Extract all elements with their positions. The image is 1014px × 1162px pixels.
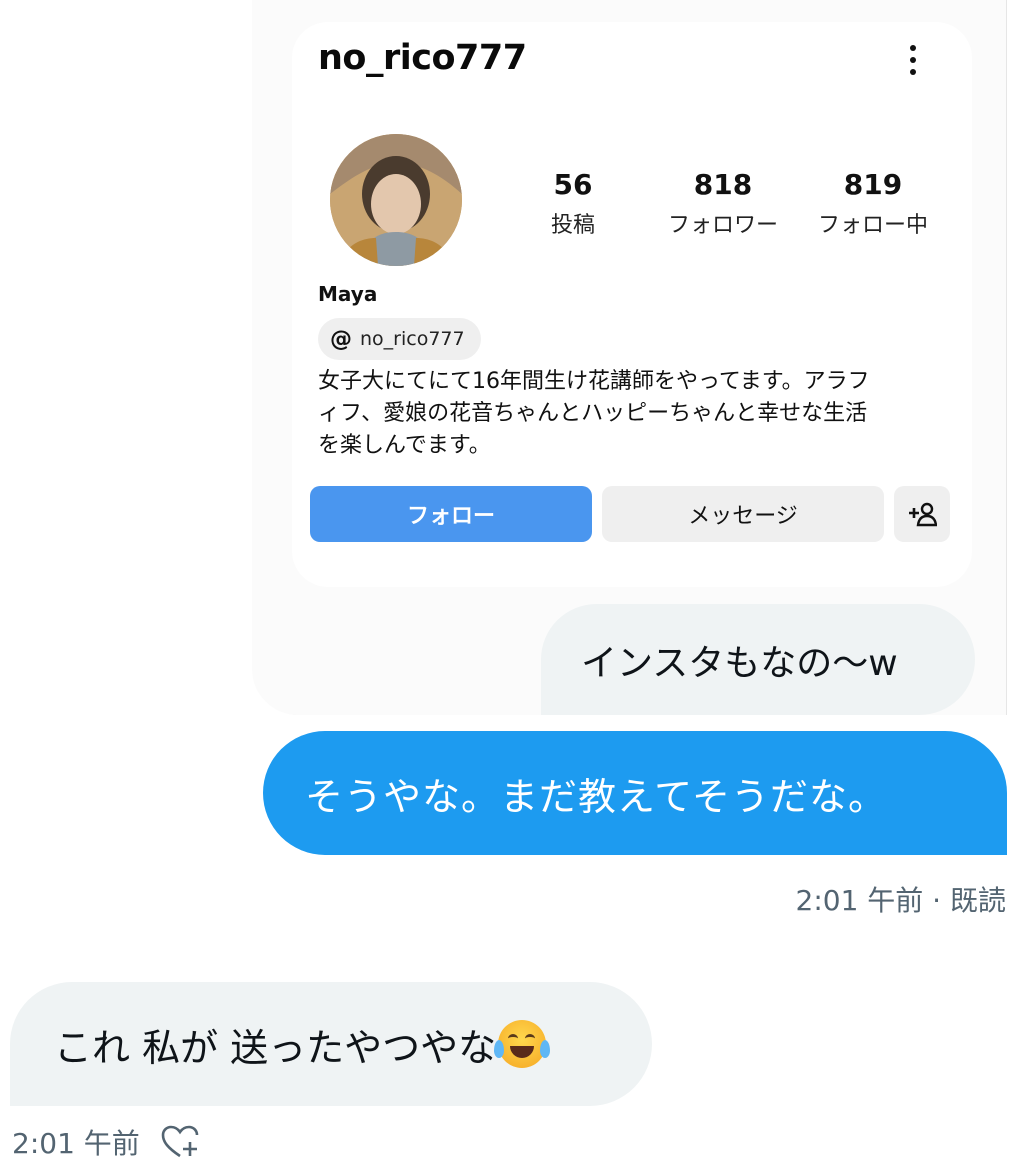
more-options-icon — [898, 40, 928, 80]
message-time: 2:01 午前 — [12, 1127, 140, 1160]
stat-posts: 56 投稿 — [508, 168, 638, 239]
profile-username: no_rico777 — [318, 38, 527, 78]
bio-line: を楽しんでます。 — [318, 433, 491, 458]
follow-button: フォロー — [310, 486, 592, 542]
profile-bio: 女子大にてにて16年間生け花講師をやってます。アラフ ィフ、愛娘の花音ちゃんとハ… — [318, 366, 948, 462]
message-time: 2:01 午前 — [795, 884, 924, 917]
message-bubble-incoming[interactable]: インスタもなの〜w — [541, 604, 975, 715]
threads-icon: @ — [330, 326, 352, 352]
bio-line: 女子大にてにて16年間生け花講師をやってます。アラフ — [318, 369, 870, 394]
read-status: 既読 — [949, 884, 1006, 917]
threads-handle: no_rico777 — [360, 328, 465, 350]
add-user-icon — [894, 486, 950, 542]
stat-posts-value: 56 — [553, 168, 593, 201]
profile-full-name: Maya — [318, 282, 378, 306]
stat-following-label: フォロー中 — [817, 213, 928, 238]
stat-followers: 818 フォロワー — [658, 168, 788, 239]
stat-posts-label: 投稿 — [550, 213, 595, 238]
message-meta-outgoing: 2:01 午前 · 既読 — [796, 879, 1007, 919]
message-text: そうやな。まだ教えてそうだな。 — [305, 774, 887, 819]
instagram-profile-card: no_rico777 56 投稿 818 フォロワー 819 フォロー中 May… — [292, 22, 972, 587]
shared-image[interactable]: no_rico777 56 投稿 818 フォロワー 819 フォロー中 May… — [252, 0, 1007, 715]
avatar — [330, 134, 462, 266]
bio-line: ィフ、愛娘の花音ちゃんとハッピーちゃんと幸せな生活 — [318, 401, 868, 426]
stat-followers-label: フォロワー — [667, 213, 778, 238]
message-text: これ 私が 送ったやつやな — [54, 1025, 497, 1070]
threads-badge: @ no_rico777 — [318, 318, 481, 360]
message-bubble-incoming[interactable]: これ 私が 送ったやつやな — [10, 982, 652, 1106]
message-meta-incoming: 2:01 午前 — [12, 1122, 200, 1162]
stat-followers-value: 818 — [693, 168, 753, 201]
message-text: インスタもなの〜w — [581, 642, 898, 684]
stat-following: 819 フォロー中 — [808, 168, 938, 239]
meta-separator: · — [923, 884, 950, 917]
add-reaction-icon[interactable] — [160, 1124, 200, 1160]
message-button: メッセージ — [602, 486, 884, 542]
tears-of-joy-emoji-icon — [494, 1020, 551, 1068]
message-bubble-outgoing[interactable]: そうやな。まだ教えてそうだな。 — [263, 731, 1007, 855]
stat-following-value: 819 — [843, 168, 903, 201]
